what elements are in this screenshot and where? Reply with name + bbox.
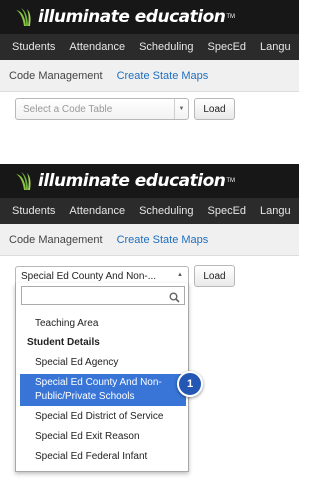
- code-table-select-value: Special Ed County And Non-...: [21, 270, 157, 282]
- sub-nav: Code Management Create State Maps: [0, 60, 299, 92]
- nav-item-attendance[interactable]: Attendance: [69, 205, 125, 217]
- page-title: Code Management: [9, 69, 103, 82]
- nav-item-language[interactable]: Langu: [260, 205, 291, 217]
- dropdown-option-special-ed-agency[interactable]: Special Ed Agency: [20, 356, 186, 370]
- brand-name: illuminate education: [38, 171, 226, 191]
- main-nav: Students Attendance Scheduling SpecEd La…: [0, 198, 299, 224]
- nav-item-scheduling[interactable]: Scheduling: [139, 41, 193, 53]
- dropdown-option-special-ed-federal-infant[interactable]: Special Ed Federal Infant: [20, 450, 186, 464]
- dropdown-option-special-ed-exit-reason[interactable]: Special Ed Exit Reason: [20, 430, 186, 444]
- load-button[interactable]: Load: [194, 98, 235, 120]
- dropdown-option-special-ed-district[interactable]: Special Ed District of Service: [20, 410, 186, 424]
- logo[interactable]: illuminate education TM: [14, 166, 235, 196]
- dropdown-group-student-details: Student Details: [27, 337, 100, 348]
- dropdown-search-input[interactable]: [21, 286, 185, 305]
- logo[interactable]: illuminate education TM: [14, 2, 235, 32]
- code-table-controls: Select a Code Table ▼ Load: [15, 98, 235, 120]
- nav-item-students[interactable]: Students: [12, 41, 55, 53]
- dropdown-arrow-icon: ▲: [177, 272, 183, 278]
- brand-bar: illuminate education TM: [0, 0, 299, 34]
- page-title: Code Management: [9, 233, 103, 246]
- search-icon: [169, 290, 180, 308]
- dropdown-arrow-icon: ▼: [174, 99, 188, 119]
- dropdown-option-teaching-area[interactable]: Teaching Area: [20, 317, 186, 331]
- nav-item-attendance[interactable]: Attendance: [69, 41, 125, 53]
- load-button[interactable]: Load: [194, 265, 235, 287]
- screen-step-1: illuminate education TM Students Attenda…: [0, 0, 299, 138]
- create-state-maps-link[interactable]: Create State Maps: [117, 70, 209, 82]
- trademark: TM: [226, 178, 236, 184]
- brand-name: illuminate education: [38, 7, 226, 27]
- nav-item-scheduling[interactable]: Scheduling: [139, 205, 193, 217]
- trademark: TM: [226, 14, 236, 20]
- nav-item-speced[interactable]: SpecEd: [208, 205, 247, 217]
- nav-item-speced[interactable]: SpecEd: [208, 41, 247, 53]
- nav-item-language[interactable]: Langu: [260, 41, 291, 53]
- logo-swirl-icon: [16, 8, 31, 26]
- code-table-select[interactable]: Select a Code Table ▼: [15, 98, 189, 120]
- logo-swirl-icon: [16, 172, 31, 190]
- sub-nav: Code Management Create State Maps: [0, 224, 299, 256]
- step-callout-badge: 1: [177, 371, 203, 397]
- dropdown-option-special-ed-county[interactable]: Special Ed County And Non-Public/Private…: [20, 374, 186, 406]
- nav-item-students[interactable]: Students: [12, 205, 55, 217]
- code-table-select-placeholder: Select a Code Table: [23, 103, 113, 115]
- create-state-maps-link[interactable]: Create State Maps: [117, 234, 209, 246]
- brand-bar: illuminate education TM: [0, 164, 299, 198]
- main-nav: Students Attendance Scheduling SpecEd La…: [0, 34, 299, 60]
- code-table-dropdown: Teaching Area Student Details Special Ed…: [15, 283, 189, 472]
